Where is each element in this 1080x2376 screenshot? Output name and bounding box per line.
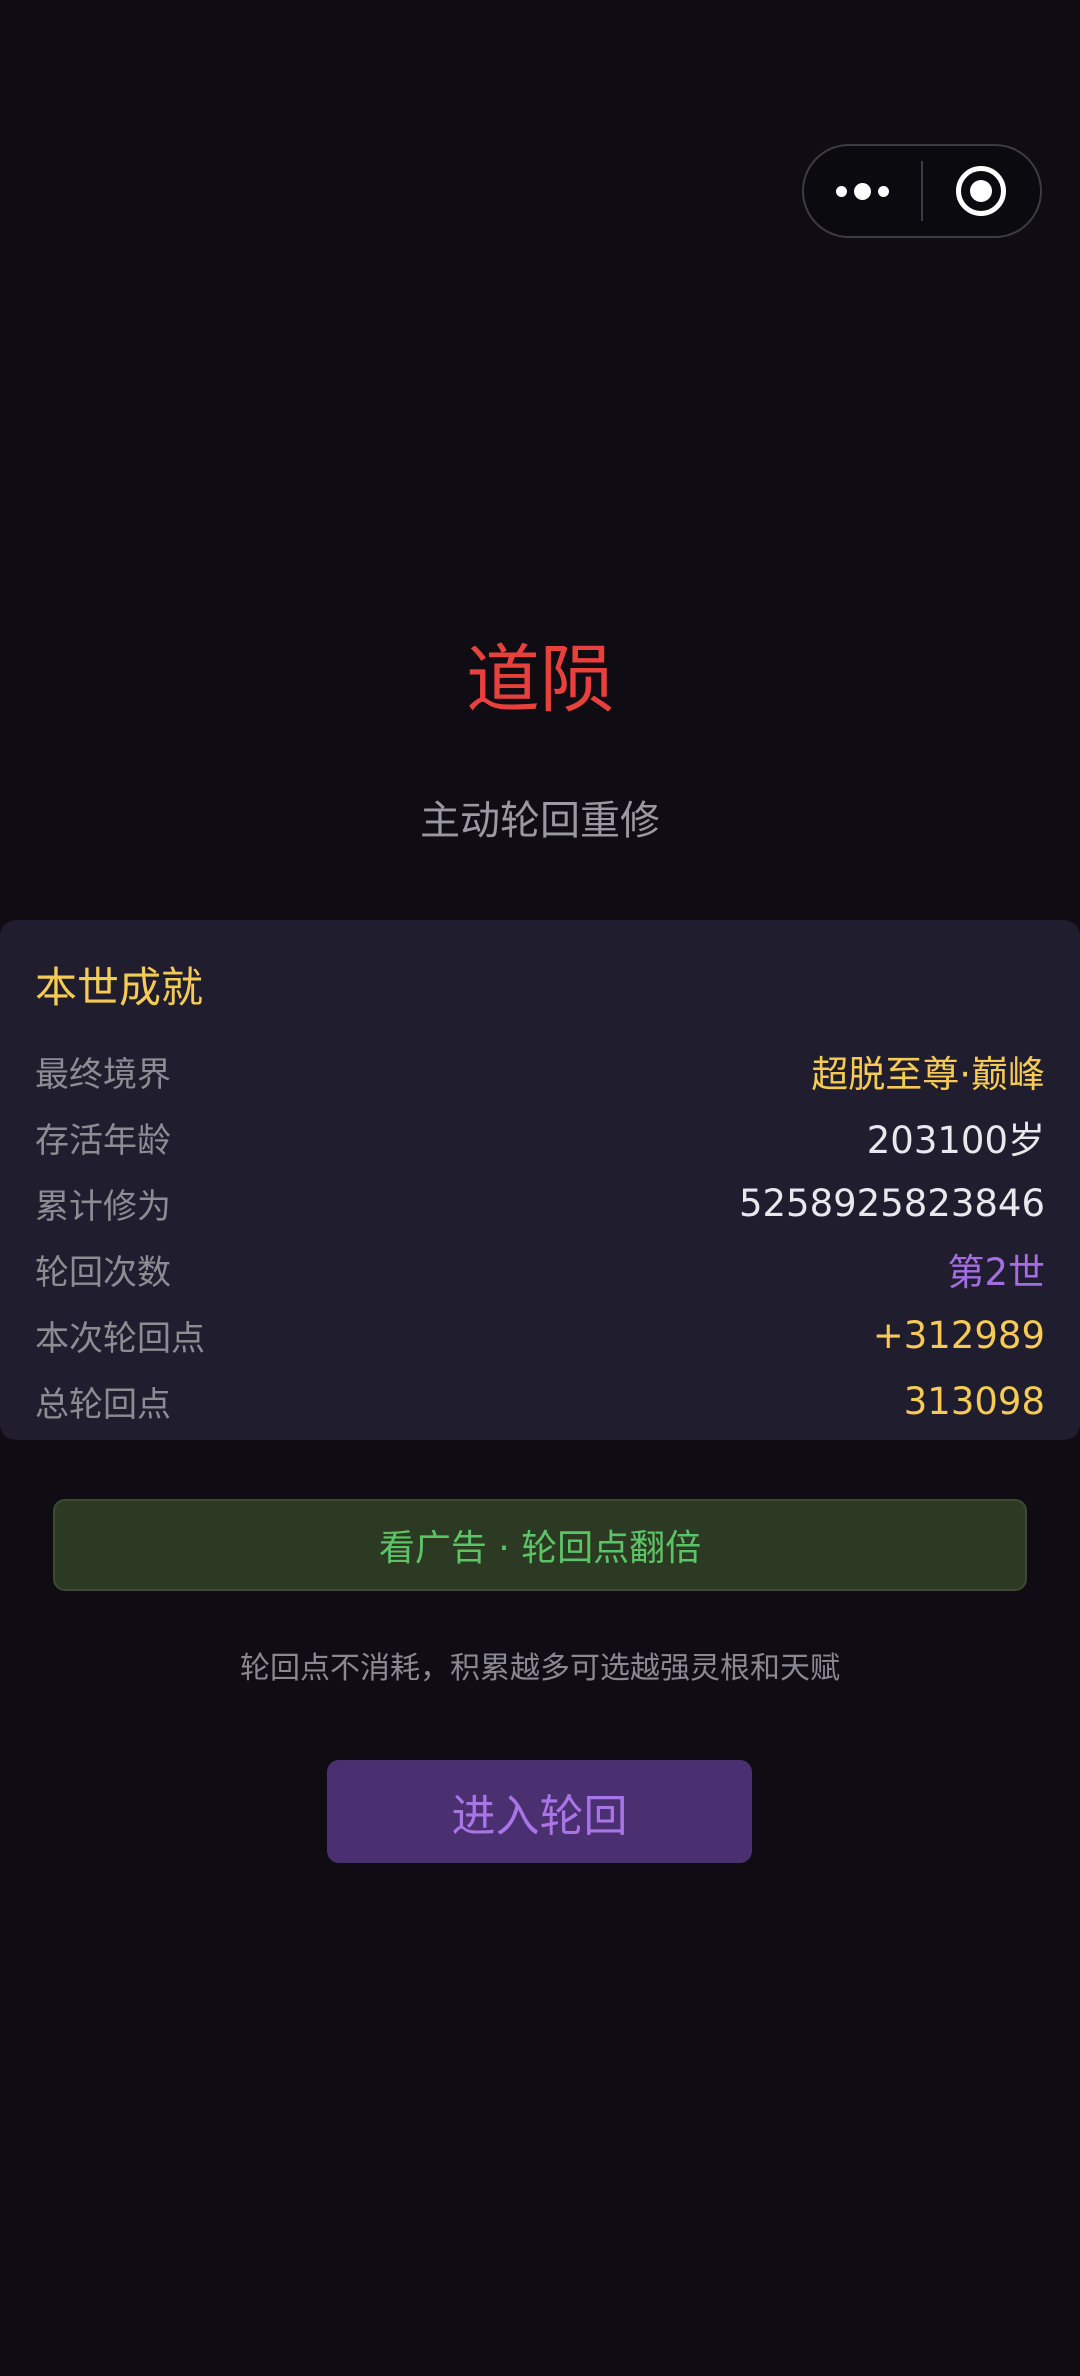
enter-reincarnation-button[interactable]: 进入轮回 — [327, 1760, 752, 1863]
more-button[interactable] — [804, 146, 921, 236]
stat-label: 存活年龄 — [35, 1120, 171, 1161]
stat-row-points-total: 总轮回点 313098 — [35, 1373, 1045, 1429]
stat-label: 本次轮回点 — [35, 1318, 205, 1359]
stat-label: 轮回次数 — [35, 1252, 171, 1293]
stat-value: +312989 — [872, 1313, 1045, 1357]
stat-value: 203100岁 — [866, 1119, 1045, 1162]
close-button[interactable] — [923, 146, 1040, 236]
stat-value: 313098 — [903, 1379, 1045, 1423]
stat-row-realm: 最终境界 超脱至尊·巅峰 — [35, 1043, 1045, 1099]
stat-label: 总轮回点 — [35, 1384, 171, 1425]
card-heading: 本世成就 — [35, 963, 204, 1012]
page-subtitle: 主动轮回重修 — [420, 798, 660, 844]
stat-value: 5258925823846 — [738, 1181, 1045, 1225]
mini-program-capsule — [802, 144, 1042, 238]
stat-row-cultivation: 累计修为 5258925823846 — [35, 1175, 1045, 1231]
stat-value: 第2世 — [947, 1251, 1045, 1294]
stat-row-age: 存活年龄 203100岁 — [35, 1109, 1045, 1165]
watch-ad-double-button[interactable]: 看广告 · 轮回点翻倍 — [53, 1499, 1027, 1591]
stat-value: 超脱至尊·巅峰 — [811, 1053, 1045, 1096]
more-dots-icon — [836, 182, 889, 200]
page-title: 道陨 — [466, 637, 614, 723]
stat-label: 累计修为 — [35, 1186, 171, 1227]
achievement-card: 本世成就 最终境界 超脱至尊·巅峰 存活年龄 203100岁 累计修为 5258… — [0, 920, 1080, 1440]
stat-label: 最终境界 — [35, 1054, 171, 1095]
stat-row-points-gained: 本次轮回点 +312989 — [35, 1307, 1045, 1363]
screen: 道陨 主动轮回重修 本世成就 最终境界 超脱至尊·巅峰 存活年龄 203100岁… — [0, 0, 1080, 2376]
target-circle-icon — [956, 166, 1007, 216]
stat-row-reincarnation-count: 轮回次数 第2世 — [35, 1241, 1045, 1297]
hint-text: 轮回点不消耗，积累越多可选越强灵根和天赋 — [240, 1651, 840, 1686]
